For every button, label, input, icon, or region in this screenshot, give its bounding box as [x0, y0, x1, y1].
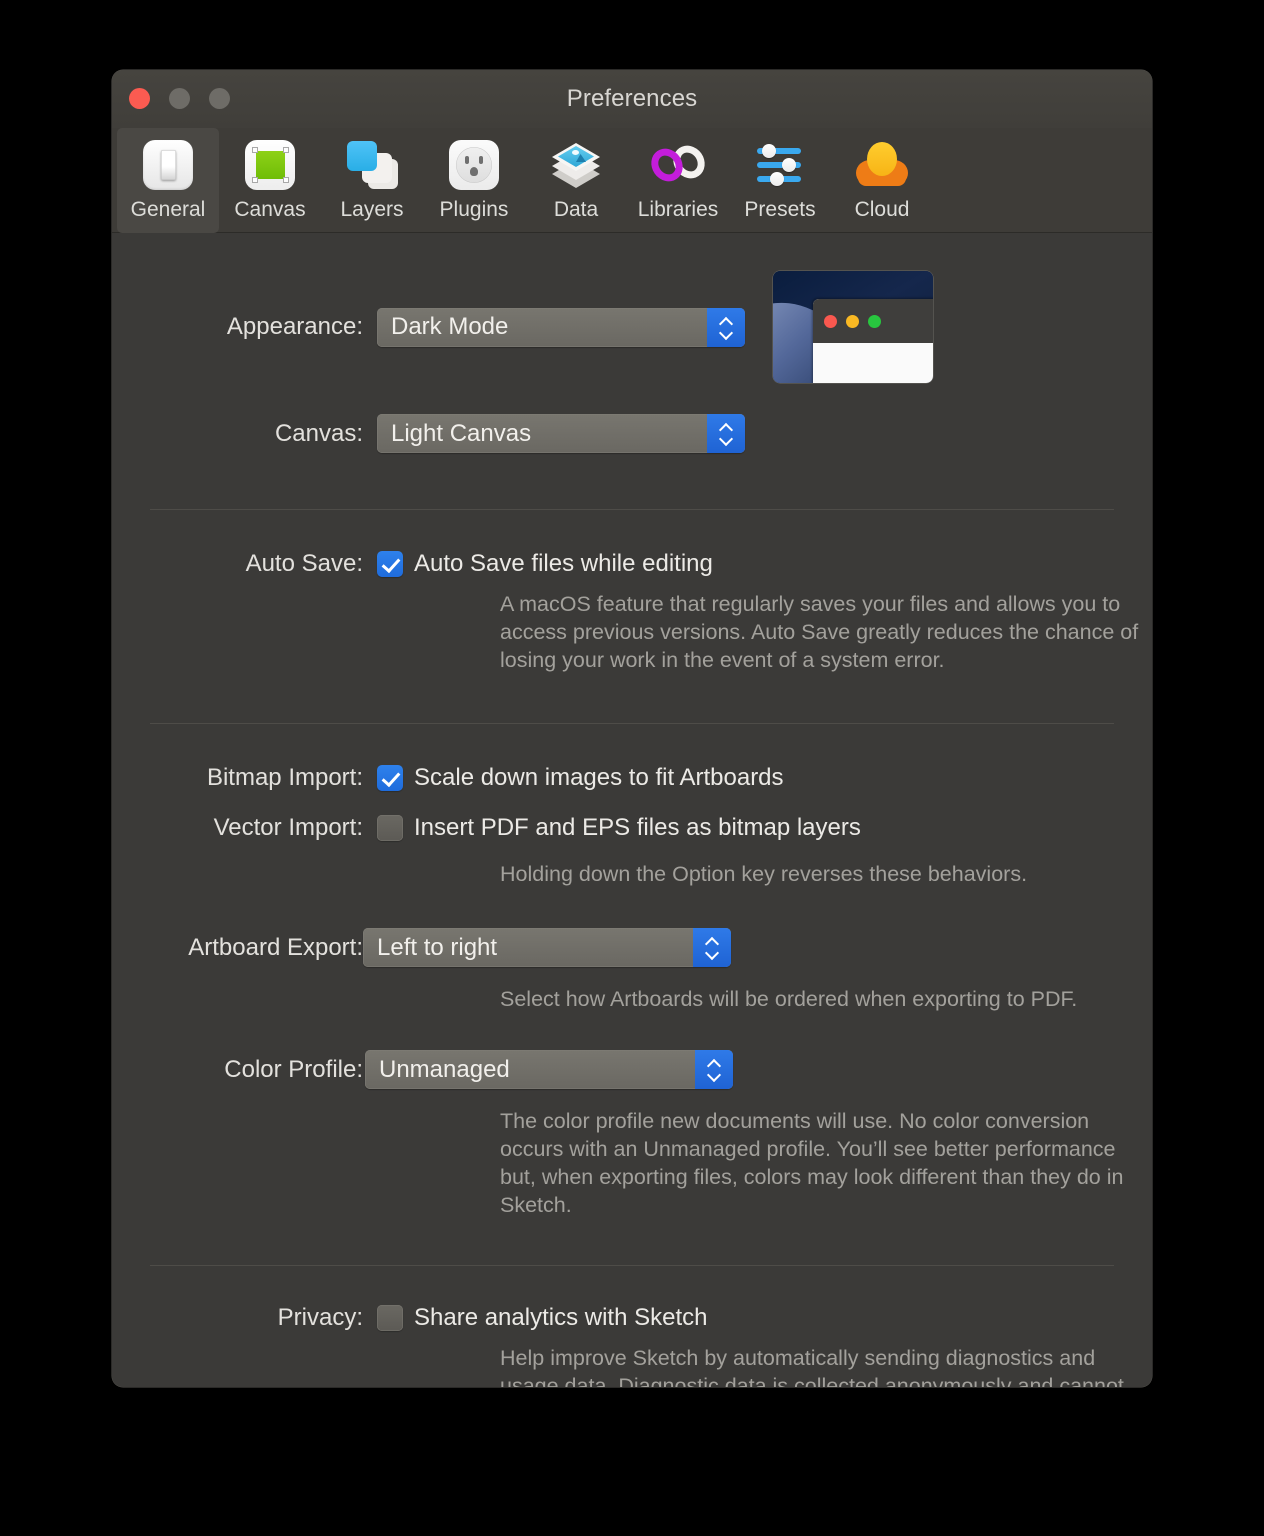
tab-layers-label: Layers: [340, 198, 404, 221]
auto-save-description: A macOS feature that regularly saves you…: [500, 592, 1139, 672]
stacked-layers-image-icon: [547, 136, 605, 194]
general-preferences-pane: Appearance: Dark Mode Canvas: Light Canv…: [112, 271, 1152, 1387]
tab-data[interactable]: Data: [525, 128, 627, 233]
canvas-row: Canvas: Light Canvas: [112, 414, 1152, 453]
artboard-export-label: Artboard Export:: [188, 933, 363, 961]
vector-import-row: Vector Import: Insert PDF and EPS files …: [112, 814, 1152, 842]
tab-cloud-label: Cloud: [854, 198, 910, 221]
tab-general-label: General: [130, 198, 206, 221]
privacy-row: Privacy: Share analytics with Sketch: [112, 1304, 1152, 1332]
vector-import-checkbox-label[interactable]: Insert PDF and EPS files as bitmap layer…: [414, 814, 861, 842]
tab-plugins-label: Plugins: [439, 198, 509, 221]
window-title: Preferences: [566, 85, 698, 112]
green-artboard-icon: [241, 136, 299, 194]
color-profile-select[interactable]: Unmanaged: [365, 1050, 733, 1089]
preview-close-dot-icon: [824, 314, 837, 328]
tab-presets[interactable]: Presets: [729, 128, 831, 233]
tab-canvas[interactable]: Canvas: [219, 128, 321, 233]
divider: [150, 1265, 1114, 1266]
preview-minimize-dot-icon: [846, 314, 859, 328]
tab-layers[interactable]: Layers: [321, 128, 423, 233]
artboard-export-stepper-icon[interactable]: [693, 928, 731, 967]
artboard-export-description: Select how Artboards will be ordered whe…: [500, 987, 1078, 1011]
vector-import-description: Holding down the Option key reverses the…: [500, 862, 1028, 886]
auto-save-row: Auto Save: Auto Save files while editing: [112, 550, 1152, 578]
privacy-checkbox[interactable]: [377, 1305, 403, 1331]
tab-general[interactable]: General: [117, 128, 219, 233]
appearance-select[interactable]: Dark Mode: [377, 307, 745, 347]
tab-data-label: Data: [553, 198, 599, 221]
divider: [150, 723, 1114, 724]
artboard-export-row: Artboard Export: Left to right: [112, 928, 1152, 967]
preferences-toolbar: General Canvas Layers Plugins Data Libra…: [112, 128, 1152, 233]
screen: Preferences General Canvas Layers Plugin…: [0, 0, 1264, 1536]
power-outlet-icon: [445, 136, 503, 194]
window-titlebar: Preferences: [112, 70, 1152, 128]
privacy-label: Privacy:: [277, 1304, 363, 1331]
preferences-window: Preferences General Canvas Layers Plugin…: [112, 70, 1152, 1387]
light-switch-icon: [139, 136, 197, 194]
color-profile-label: Color Profile:: [224, 1055, 363, 1083]
artboard-export-value: Left to right: [377, 933, 498, 961]
appearance-stepper-icon[interactable]: [707, 307, 745, 347]
cloud-icon: [853, 136, 911, 194]
artboard-export-select[interactable]: Left to right: [363, 928, 731, 967]
appearance-row: Appearance: Dark Mode: [112, 271, 1152, 383]
appearance-preview-thumbnail: [773, 271, 933, 383]
color-profile-stepper-icon[interactable]: [695, 1050, 733, 1089]
canvas-label: Canvas:: [274, 419, 363, 447]
auto-save-checkbox[interactable]: [377, 551, 403, 577]
color-profile-row: Color Profile: Unmanaged: [112, 1050, 1152, 1089]
stacked-squares-icon: [343, 136, 401, 194]
appearance-value: Dark Mode: [391, 313, 509, 340]
tab-presets-label: Presets: [744, 198, 816, 221]
tab-libraries[interactable]: Libraries: [627, 128, 729, 233]
vector-import-checkbox[interactable]: [377, 815, 403, 841]
privacy-description: Help improve Sketch by automatically sen…: [500, 1346, 1124, 1387]
color-profile-description: The color profile new documents will use…: [500, 1109, 1124, 1217]
canvas-stepper-icon[interactable]: [707, 414, 745, 453]
bitmap-import-checkbox[interactable]: [377, 765, 403, 791]
vector-import-label: Vector Import:: [213, 814, 363, 841]
tab-plugins[interactable]: Plugins: [423, 128, 525, 233]
sliders-icon: [751, 136, 809, 194]
appearance-label: Appearance:: [226, 313, 363, 340]
bitmap-import-row: Bitmap Import: Scale down images to fit …: [112, 764, 1152, 792]
preview-zoom-dot-icon: [868, 314, 881, 328]
auto-save-checkbox-label[interactable]: Auto Save files while editing: [414, 550, 713, 578]
bitmap-import-label: Bitmap Import:: [206, 764, 363, 791]
tab-canvas-label: Canvas: [234, 198, 306, 221]
auto-save-label: Auto Save:: [245, 550, 363, 577]
privacy-checkbox-label[interactable]: Share analytics with Sketch: [414, 1304, 707, 1332]
divider: [150, 509, 1114, 510]
bitmap-import-checkbox-label[interactable]: Scale down images to fit Artboards: [414, 764, 784, 792]
tab-cloud[interactable]: Cloud: [831, 128, 933, 233]
canvas-value: Light Canvas: [391, 419, 532, 447]
canvas-select[interactable]: Light Canvas: [377, 414, 745, 453]
linked-rings-icon: [644, 136, 712, 194]
tab-libraries-label: Libraries: [637, 198, 719, 221]
color-profile-value: Unmanaged: [379, 1055, 510, 1083]
